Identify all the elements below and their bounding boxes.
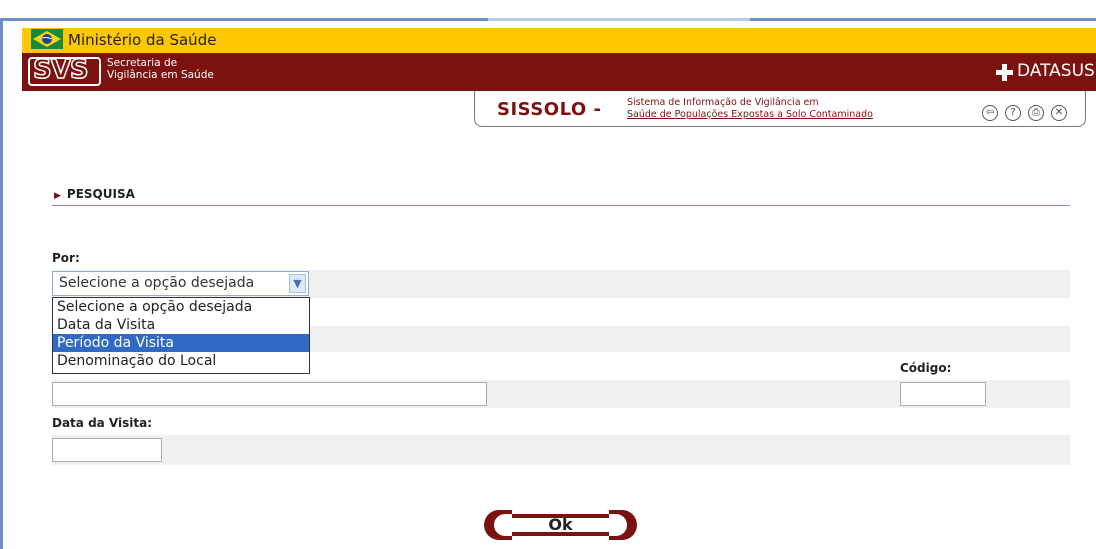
denominacao-input[interactable] <box>52 382 487 406</box>
system-name: SISSOLO - <box>497 99 602 120</box>
chevron-down-icon[interactable]: ▼ <box>289 274 306 293</box>
back-icon[interactable]: ⇦ <box>982 105 998 121</box>
brazil-flag-icon <box>31 29 63 49</box>
window-top <box>0 0 1096 18</box>
section-arrow-icon: ▶ <box>54 191 61 201</box>
svs-subtitle-line1: Secretaria de <box>107 57 178 69</box>
data-visita-label: Data da Visita: <box>52 416 153 430</box>
svs-subtitle: Secretaria de Vigilância em Saúde <box>107 57 214 81</box>
datasus-cross-icon <box>996 64 1013 81</box>
datasus-logo: DATASUS <box>1017 61 1095 81</box>
system-description-line2: Saúde de Populações Expostas a Solo Cont… <box>627 109 873 120</box>
section-title: PESQUISA <box>66 187 135 201</box>
svs-logo: SVS <box>32 54 89 86</box>
dropdown-option[interactable]: Denominação do Local <box>53 352 309 370</box>
dropdown-option-highlighted[interactable]: Período da Visita <box>53 334 309 352</box>
window-border-left <box>0 18 3 549</box>
dropdown-option[interactable]: Data da Visita <box>53 316 309 334</box>
help-icon[interactable]: ? <box>1005 105 1021 121</box>
section-divider <box>52 205 1070 206</box>
ok-button[interactable]: Ok <box>484 510 637 540</box>
por-label: Por: <box>52 251 80 265</box>
close-icon[interactable]: ✕ <box>1051 105 1067 121</box>
codigo-input[interactable] <box>900 382 986 406</box>
row-background <box>52 435 1070 465</box>
dropdown-option[interactable]: Selecione a opção desejada <box>53 298 309 316</box>
window-border-highlight <box>488 18 750 21</box>
system-description-line1: Sistema de Informação de Vigilância em <box>627 97 819 108</box>
print-icon[interactable]: ⎙ <box>1028 105 1044 121</box>
search-by-select-value: Selecione a opção desejada <box>59 275 255 291</box>
ministry-title: Ministério da Saúde <box>68 31 217 49</box>
search-by-select[interactable]: Selecione a opção desejada ▼ <box>52 271 309 296</box>
search-by-dropdown: Selecione a opção desejada Data da Visit… <box>52 297 310 374</box>
system-description: Sistema de Informação de Vigilância em S… <box>627 97 873 121</box>
ok-button-label: Ok <box>548 515 573 534</box>
data-visita-input[interactable] <box>52 438 162 462</box>
section-heading: ▶ PESQUISA <box>54 187 135 201</box>
codigo-label: Código: <box>900 361 952 375</box>
svs-subtitle-line2: Vigilância em Saúde <box>107 69 214 81</box>
